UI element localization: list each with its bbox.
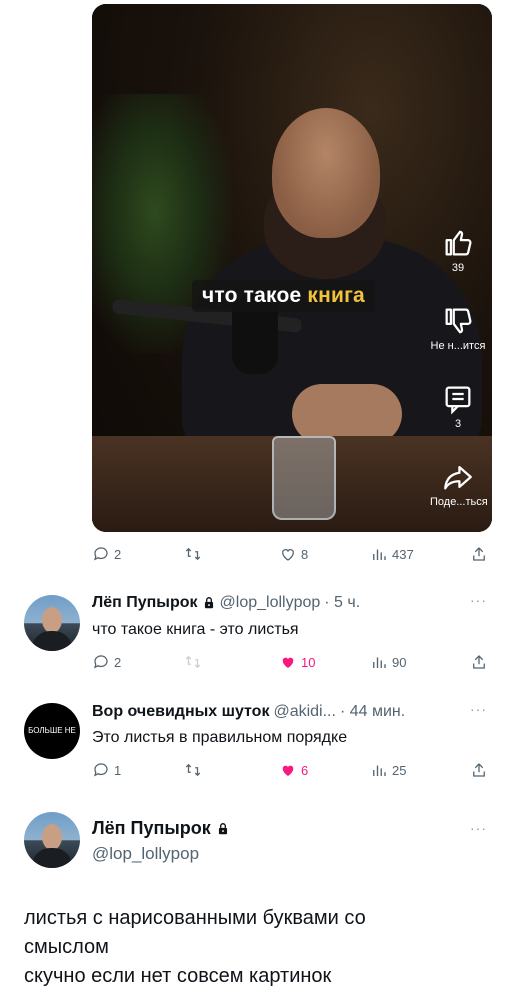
- more-options-icon[interactable]: ···: [470, 592, 487, 608]
- like-button[interactable]: 6: [279, 758, 308, 782]
- lock-icon: [204, 597, 213, 609]
- user-name[interactable]: Вор очевидных шуток: [92, 703, 269, 721]
- retweet-button[interactable]: [184, 758, 202, 782]
- views-icon: [373, 549, 386, 560]
- like-count: 10: [301, 654, 316, 670]
- reply-icon: [94, 655, 108, 669]
- views-button[interactable]: 437: [370, 542, 414, 566]
- reply-icon: [94, 763, 108, 777]
- user-name[interactable]: Лёп Пупырок: [92, 818, 211, 839]
- retweet-icon: [185, 547, 201, 561]
- video-glass: [272, 436, 336, 520]
- reply-count: 2: [114, 546, 122, 562]
- view-count: 437: [392, 546, 414, 562]
- tweet-text-line: смыслом: [24, 936, 109, 958]
- timestamp[interactable]: · 5 ч.: [324, 594, 360, 612]
- more-options-icon[interactable]: ···: [470, 820, 487, 836]
- share-button[interactable]: [470, 542, 488, 566]
- retweet-icon: [185, 763, 201, 777]
- reply-button[interactable]: 2: [92, 542, 121, 566]
- retweet-button[interactable]: [184, 650, 202, 674]
- avatar[interactable]: [24, 595, 80, 651]
- views-icon: [373, 657, 386, 668]
- retweet-icon: [185, 655, 201, 669]
- heart-filled-icon: [282, 765, 294, 776]
- video-like-button[interactable]: 39: [430, 226, 486, 274]
- reply-button[interactable]: 2: [92, 650, 121, 674]
- comment-icon: [445, 386, 471, 415]
- view-count: 25: [392, 762, 407, 778]
- upload-icon: [473, 547, 485, 561]
- share-button[interactable]: [470, 650, 488, 674]
- share-button[interactable]: [470, 758, 488, 782]
- reply-action-bar: 1 6 25: [92, 758, 492, 782]
- post-action-bar: 2 8 437: [92, 542, 492, 566]
- views-button[interactable]: 25: [370, 758, 406, 782]
- tweet-text-line: скучно если нет совсем картинок: [24, 965, 332, 987]
- avatar-face: [42, 607, 62, 633]
- heart-icon: [282, 549, 294, 561]
- user-handle[interactable]: @akidi...: [273, 703, 335, 721]
- like-button[interactable]: 8: [279, 542, 308, 566]
- timestamp[interactable]: · 44 мин.: [340, 703, 405, 721]
- video-person-head: [272, 108, 380, 238]
- thumbs-down-icon: [445, 308, 472, 334]
- reply-button[interactable]: 1: [92, 758, 121, 782]
- thumbs-up-icon: [445, 230, 472, 256]
- avatar[interactable]: [24, 812, 80, 868]
- lock-icon: [218, 822, 227, 834]
- tweet-text: листья с нарисованными буквами со смысло…: [24, 904, 366, 991]
- reply-text: что такое книга - это листья: [92, 621, 299, 638]
- share-icon: [444, 465, 472, 490]
- avatar[interactable]: БОЛЬШЕ НЕ: [24, 703, 80, 759]
- reply-header: Вор очевидных шуток @akidi... · 44 мин.: [92, 701, 405, 723]
- caption-highlight: книга: [307, 284, 365, 307]
- comment-count: 3: [454, 418, 462, 430]
- avatar-text: БОЛЬШЕ НЕ: [28, 726, 76, 735]
- like-count: 8: [301, 546, 309, 562]
- video-caption: что такое книга: [192, 280, 375, 312]
- reply-action-bar: 2 10 90: [92, 650, 492, 674]
- more-options-icon[interactable]: ···: [470, 701, 487, 717]
- avatar-face: [42, 824, 62, 850]
- retweet-button[interactable]: [184, 542, 202, 566]
- video-share-button[interactable]: Поде...ться: [430, 460, 488, 508]
- like-count: 39: [451, 262, 465, 274]
- reply-count: 1: [114, 762, 122, 778]
- tweet-text-line: листья с нарисованными буквами со: [24, 907, 366, 929]
- video-hand: [292, 384, 402, 444]
- upload-icon: [473, 655, 485, 669]
- views-button[interactable]: 90: [370, 650, 406, 674]
- reply-text: Это листья в правильном порядке: [92, 729, 348, 746]
- view-count: 90: [392, 654, 407, 670]
- reply-count: 2: [114, 654, 122, 670]
- user-handle[interactable]: @lop_lollypop: [220, 594, 321, 612]
- user-handle[interactable]: @lop_lollypop: [92, 844, 199, 864]
- upload-icon: [473, 763, 485, 777]
- share-label: Поде...ться: [430, 496, 488, 508]
- views-icon: [373, 765, 386, 776]
- main-user-name-row: Лёп Пупырок: [92, 818, 230, 839]
- dislike-label: Не н...ится: [430, 340, 486, 352]
- heart-filled-icon: [282, 657, 294, 668]
- avatar-shirt: [32, 848, 72, 868]
- video-comment-button[interactable]: 3: [430, 382, 486, 430]
- caption-text: что такое: [202, 284, 308, 307]
- avatar-shirt: [32, 631, 72, 651]
- video-dislike-button[interactable]: Не н...ится: [430, 304, 486, 352]
- like-button[interactable]: 10: [279, 650, 315, 674]
- reply-icon: [94, 547, 108, 561]
- video-player[interactable]: что такое книга 39 Не н...ится 3 Поде...…: [92, 4, 492, 532]
- reply-header: Лёп Пупырок @lop_lollypop · 5 ч.: [92, 592, 360, 614]
- like-count: 6: [301, 762, 309, 778]
- user-name[interactable]: Лёп Пупырок: [92, 594, 198, 612]
